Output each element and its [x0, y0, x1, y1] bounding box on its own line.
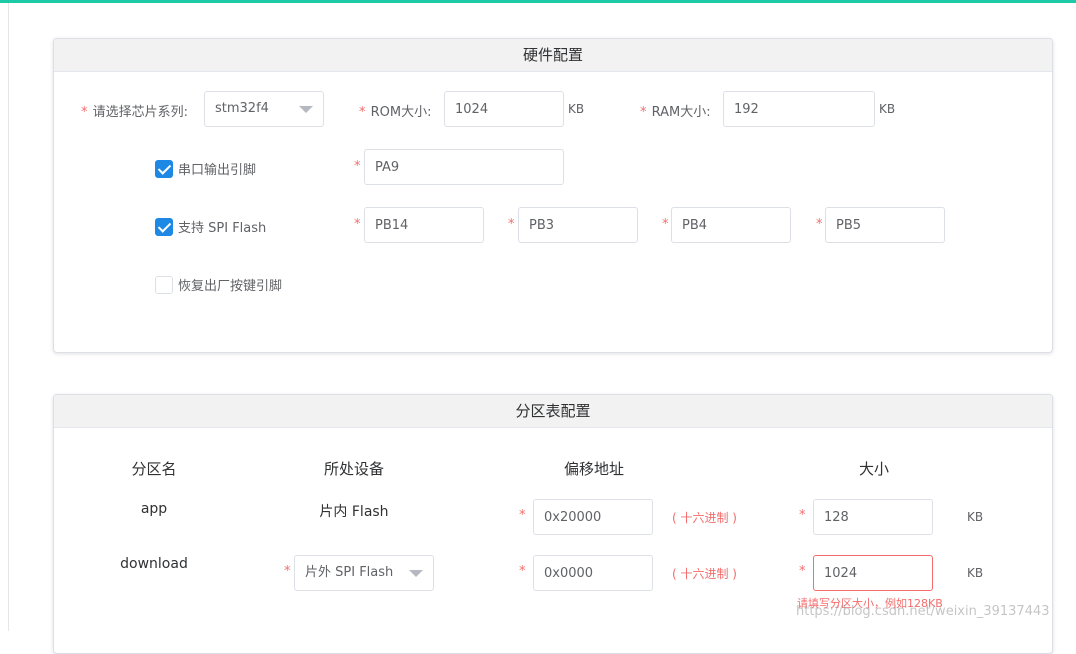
required-mark: * — [816, 217, 823, 232]
partition-name: download — [120, 556, 188, 572]
column-header-device: 所处设备 — [323, 460, 384, 478]
chip-series-value: stm32f4 — [215, 101, 269, 116]
required-mark: * — [284, 564, 291, 579]
device-select[interactable]: 片外 SPI Flash — [294, 555, 434, 591]
spi-pin-input-1[interactable] — [364, 207, 484, 243]
uart-pin-input[interactable] — [364, 149, 564, 185]
reset-key-label: 恢复出厂按键引脚 — [178, 279, 283, 294]
uart-checkbox[interactable] — [155, 160, 173, 178]
uart-label: 串口输出引脚 — [178, 163, 257, 178]
ram-label: * RAM大小: — [640, 105, 711, 120]
size-input-error[interactable] — [813, 555, 933, 591]
spi-pin-input-3[interactable] — [671, 207, 791, 243]
size-unit: KB — [967, 566, 984, 580]
hex-hint: ( 十六进制 ) — [672, 567, 737, 581]
column-header-name: 分区名 — [131, 460, 177, 478]
required-mark: * — [662, 217, 669, 232]
size-input[interactable] — [813, 499, 933, 535]
partition-name: app — [140, 501, 168, 517]
partition-config-title: 分区表配置 — [54, 395, 1052, 428]
required-mark: * — [354, 217, 361, 232]
watermark: https://blog.csdn.net/weixin_39137443 — [796, 604, 1050, 619]
offset-input[interactable] — [533, 555, 653, 591]
chip-label: * 请选择芯片系列: — [81, 105, 188, 120]
top-accent-bar — [0, 0, 1076, 3]
spi-flash-label: 支持 SPI Flash — [178, 221, 267, 236]
hardware-config-title: 硬件配置 — [54, 39, 1052, 72]
left-divider — [8, 3, 9, 631]
column-header-size: 大小 — [858, 460, 889, 478]
partition-device: 片内 Flash — [319, 504, 389, 520]
rom-unit: KB — [568, 102, 585, 116]
hardware-config-card: 硬件配置 * 请选择芯片系列: stm32f4 * ROM大小: KB * RA… — [53, 38, 1053, 353]
size-unit: KB — [967, 510, 984, 524]
offset-input[interactable] — [533, 499, 653, 535]
device-select-value: 片外 SPI Flash — [305, 565, 394, 580]
chevron-down-icon — [299, 106, 313, 113]
spi-flash-checkbox[interactable] — [155, 218, 173, 236]
ram-unit: KB — [879, 102, 896, 116]
chip-series-select[interactable]: stm32f4 — [204, 91, 324, 127]
chevron-down-icon — [409, 570, 423, 577]
ram-size-input[interactable] — [723, 91, 875, 127]
reset-key-checkbox[interactable] — [155, 276, 173, 294]
rom-label: * ROM大小: — [359, 105, 432, 120]
hex-hint: ( 十六进制 ) — [672, 511, 737, 525]
required-mark: * — [799, 564, 806, 579]
column-header-offset: 偏移地址 — [563, 460, 624, 478]
required-mark: * — [519, 564, 526, 579]
spi-pin-input-2[interactable] — [518, 207, 638, 243]
rom-size-input[interactable] — [444, 91, 564, 127]
required-mark: * — [799, 508, 806, 523]
required-mark: * — [508, 217, 515, 232]
required-mark: * — [354, 159, 361, 174]
spi-pin-input-4[interactable] — [825, 207, 945, 243]
required-mark: * — [519, 508, 526, 523]
